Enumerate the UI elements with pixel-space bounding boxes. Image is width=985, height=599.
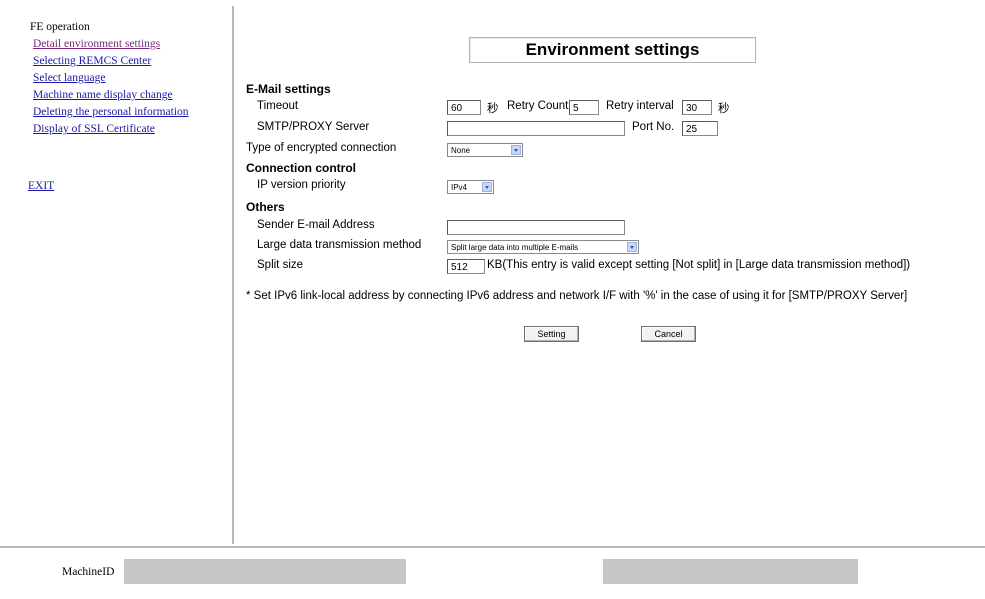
link-exit[interactable]: EXIT <box>28 180 54 192</box>
footer: MachineID <box>0 546 985 599</box>
ip-version-value: IPv4 <box>451 183 468 192</box>
timeout-unit: 秒 <box>487 103 499 115</box>
chevron-down-icon <box>627 242 637 252</box>
link-detail-environment-settings[interactable]: Detail environment settings <box>33 38 160 50</box>
main-panel: Environment settings E-Mail settings Tim… <box>236 6 985 544</box>
timeout-label: Timeout <box>257 100 299 112</box>
page: FE operation Detail environment settings… <box>0 0 985 599</box>
page-title: Environment settings <box>469 37 756 63</box>
split-size-label: Split size <box>257 259 304 271</box>
link-display-ssl-certificate[interactable]: Display of SSL Certificate <box>33 123 155 135</box>
retry-interval-label: Retry interval <box>606 100 674 112</box>
encrypted-connection-select[interactable]: None <box>447 143 523 157</box>
encrypted-connection-value: None <box>451 146 471 155</box>
footer-status-field <box>603 559 858 584</box>
smtp-label: SMTP/PROXY Server <box>257 121 370 133</box>
section-connection-control: Connection control <box>246 161 356 175</box>
timeout-input[interactable]: 60 <box>447 100 481 115</box>
retry-count-label: Retry Count <box>507 100 569 112</box>
section-others: Others <box>246 200 285 214</box>
ip-version-select[interactable]: IPv4 <box>447 180 494 194</box>
setting-button[interactable]: Setting <box>524 326 579 342</box>
machine-id-field <box>124 559 406 584</box>
retry-count-input[interactable]: 5 <box>569 100 599 115</box>
link-machine-name-display-change[interactable]: Machine name display change <box>33 89 173 101</box>
section-email-settings: E-Mail settings <box>246 82 331 96</box>
port-input[interactable]: 25 <box>682 121 718 136</box>
ipv6-note: * Set IPv6 link-local address by connect… <box>246 290 908 302</box>
machine-id-label: MachineID <box>62 566 115 578</box>
chevron-down-icon <box>511 145 521 155</box>
retry-interval-input[interactable]: 30 <box>682 100 712 115</box>
sender-email-input[interactable] <box>447 220 625 235</box>
ip-version-label: IP version priority <box>257 179 346 191</box>
link-selecting-remcs-center[interactable]: Selecting REMCS Center <box>33 55 151 67</box>
link-select-language[interactable]: Select language <box>33 72 105 84</box>
sender-email-label: Sender E-mail Address <box>257 219 375 231</box>
link-deleting-personal-information[interactable]: Deleting the personal information <box>33 106 189 118</box>
port-label: Port No. <box>632 121 675 133</box>
chevron-down-icon <box>482 182 492 192</box>
large-data-label: Large data transmission method <box>257 239 422 251</box>
encrypted-connection-label: Type of encrypted connection <box>246 142 397 154</box>
cancel-button[interactable]: Cancel <box>641 326 696 342</box>
sidebar-title: FE operation <box>30 21 90 33</box>
large-data-value: Split large data into multiple E-mails <box>451 243 579 252</box>
split-size-input[interactable]: 512 <box>447 259 485 274</box>
large-data-select[interactable]: Split large data into multiple E-mails <box>447 240 639 254</box>
split-size-note: KB(This entry is valid except setting [N… <box>487 259 911 271</box>
smtp-server-input[interactable] <box>447 121 625 136</box>
retry-interval-unit: 秒 <box>718 103 730 115</box>
sidebar: FE operation Detail environment settings… <box>20 6 234 544</box>
